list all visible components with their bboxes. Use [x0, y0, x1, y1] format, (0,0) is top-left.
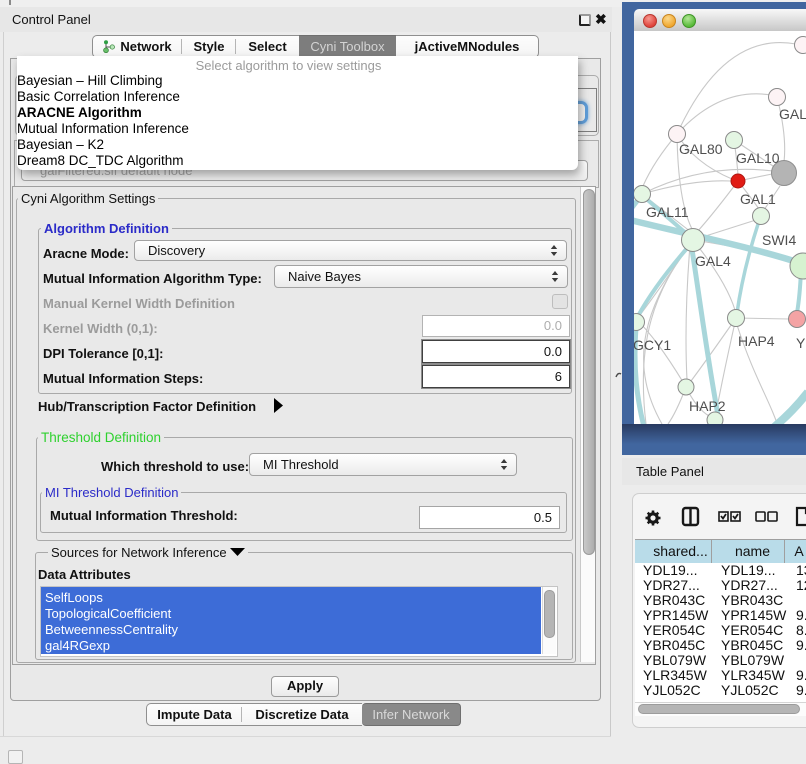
svg-text:GAL1: GAL1 — [740, 191, 776, 207]
svg-text:HAP2: HAP2 — [689, 398, 726, 414]
svg-text:HAP4: HAP4 — [738, 333, 775, 349]
svg-text:GAL11: GAL11 — [646, 204, 689, 220]
svg-text:Y: Y — [796, 335, 806, 351]
svg-text:GCY1: GCY1 — [634, 337, 671, 353]
svg-text:SWI4: SWI4 — [762, 232, 796, 248]
svg-text:GAL4: GAL4 — [695, 253, 731, 269]
svg-text:GAL10: GAL10 — [736, 150, 780, 166]
svg-text:GAL: GAL — [779, 106, 806, 122]
svg-text:GAL80: GAL80 — [679, 141, 723, 157]
